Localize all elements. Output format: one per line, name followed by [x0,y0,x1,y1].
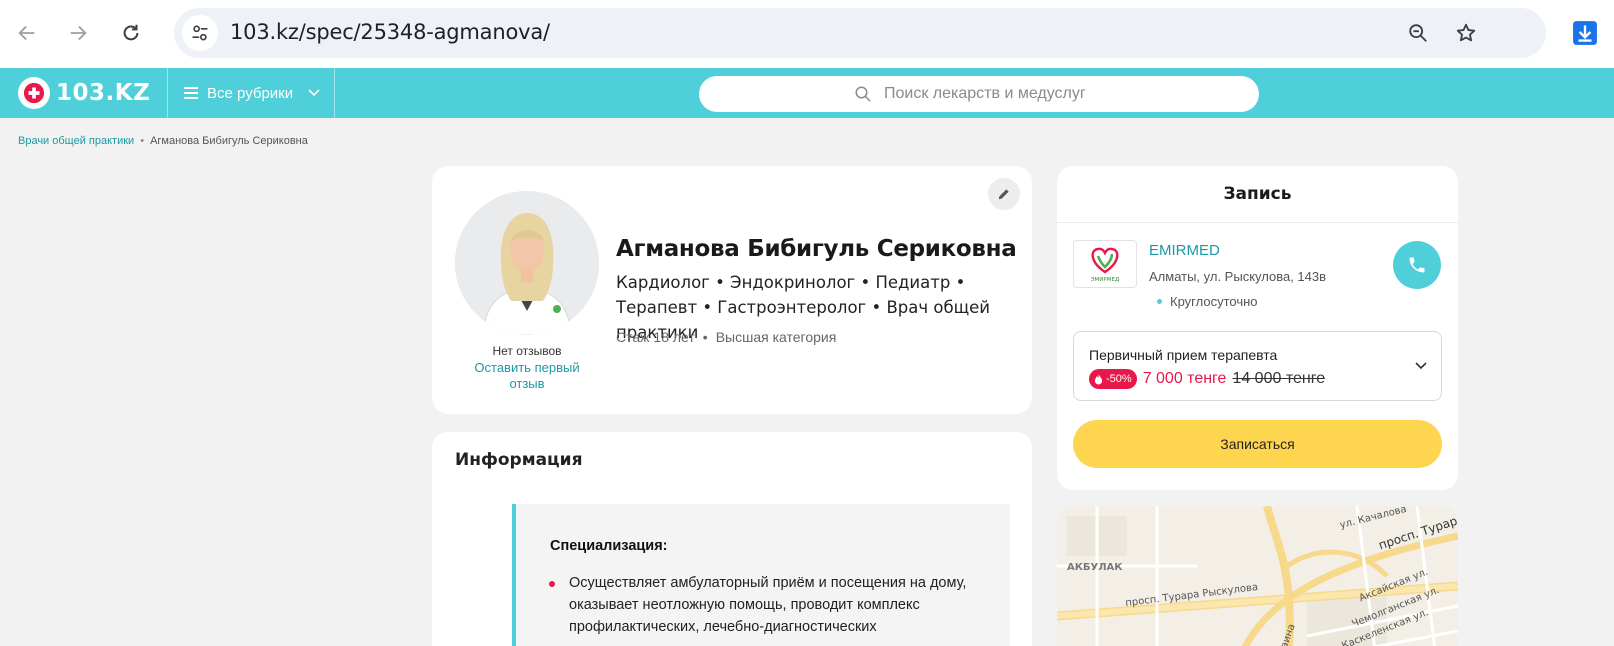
header-divider [167,68,168,118]
discount-badge: -50% [1089,369,1137,389]
breadcrumb-separator: • [140,135,145,147]
rubrics-label: Все рубрики [207,84,294,102]
download-icon[interactable] [1568,16,1602,50]
search-icon [855,86,871,102]
service-name: Первичный прием терапевта [1089,347,1278,363]
reload-icon[interactable] [114,16,148,50]
divider [1057,222,1458,223]
booking-title: Запись [1223,184,1292,204]
edit-button[interactable] [988,178,1020,210]
tune-icon[interactable] [182,15,218,51]
price-new: 7 000 тенге [1142,370,1227,387]
no-reviews-text: Нет отзывов [492,344,562,358]
cross-icon [18,77,50,109]
rubrics-menu[interactable]: Все рубрики [183,68,321,118]
specialization-item: Осуществляет амбулаторный приём и посеще… [569,575,967,635]
breadcrumb: Врачи общей практики • Агманова Бибигуль… [18,135,308,147]
book-button[interactable]: Записаться [1073,420,1442,468]
map-label: АКБУЛАК [1067,562,1123,573]
leave-review-link[interactable]: Оставить первый отзыв [467,360,587,392]
experience-text: Стаж 18 лет [616,329,695,345]
browser-toolbar: 103.kz/spec/25348-agmanova/ [0,0,1614,68]
menu-icon [184,87,198,99]
doctor-profile-card: Нет отзывов Оставить первый отзыв Агмано… [432,166,1032,414]
clinic-hours: Круглосуточно [1157,294,1258,309]
forward-icon[interactable] [61,16,95,50]
info-title: Информация [455,450,583,470]
status-dot [1157,299,1162,304]
site-header: 103.KZ Все рубрики [0,68,1614,118]
fire-icon [1094,373,1103,384]
star-icon[interactable] [1452,19,1480,47]
doctor-avatar[interactable] [455,191,599,335]
map[interactable]: ул. Качалова просп. Турар АКБУЛАК просп.… [1057,506,1458,646]
header-divider [334,68,335,118]
clinic-name[interactable]: EMIRMED [1149,242,1220,259]
service-select[interactable]: Первичный прием терапевта -50% 7 000 тен… [1073,331,1442,401]
chevron-down-icon [308,89,320,97]
search-bar[interactable] [699,76,1259,112]
zoom-icon[interactable] [1404,19,1432,47]
clinic-hours-text: Круглосуточно [1170,294,1258,309]
price-old: 14 000 тенге [1232,370,1326,387]
breadcrumb-current: Агманова Бибигуль Сериковна [150,135,308,147]
site-logo[interactable]: 103.KZ [18,76,150,110]
specialization-heading: Специализация: [550,538,668,554]
back-icon[interactable] [10,16,44,50]
doctor-name: Агманова Бибигуль Сериковна [616,236,1017,262]
url-text[interactable]: 103.kz/spec/25348-agmanova/ [230,20,550,44]
booking-card: Запись ЭМИРМЕД EMIRMED Алматы, ул. Рыску… [1057,166,1458,490]
doctor-meta: Стаж 18 лет • Высшая категория [616,329,836,345]
call-button[interactable] [1393,241,1441,289]
chevron-down-icon [1415,362,1427,370]
logo-text: 103.KZ [56,80,151,106]
category-text: Высшая категория [715,329,837,345]
clinic-address: Алматы, ул. Рыскулова, 143в [1149,269,1327,284]
breadcrumb-link[interactable]: Врачи общей практики [18,135,134,147]
clinic-logo-caption: ЭМИРМЕД [1091,277,1120,283]
discount-text: -50% [1106,373,1132,385]
pencil-icon [998,189,1009,200]
clinic-logo[interactable]: ЭМИРМЕД [1073,240,1137,288]
phone-icon [1409,257,1425,273]
meta-separator: • [702,329,708,345]
service-price: -50% 7 000 тенге 14 000 тенге [1089,369,1325,389]
info-card: Информация Специализация: Осуществляет а… [432,432,1032,646]
search-input[interactable] [884,85,1104,103]
bullet-dot [549,581,555,587]
address-bar[interactable]: 103.kz/spec/25348-agmanova/ [174,8,1546,58]
info-quote-block: Специализация: Осуществляет амбулаторный… [512,504,1010,646]
